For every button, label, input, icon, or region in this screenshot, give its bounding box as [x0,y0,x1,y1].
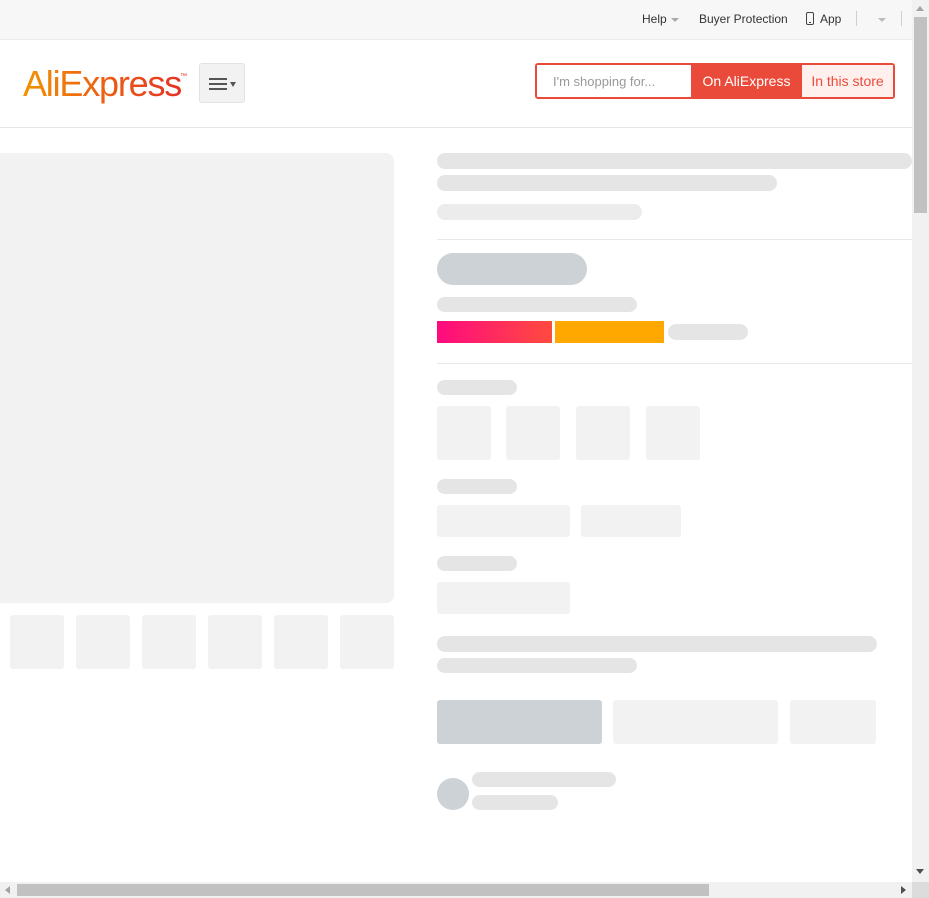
thumbnail-placeholder [76,615,130,669]
scrollbar-corner [912,882,929,898]
vertical-scroll-thumb[interactable] [914,17,927,213]
thumbnail-placeholder [142,615,196,669]
quantity-placeholder [437,582,570,614]
promo-text-placeholder [668,324,748,340]
size-option-placeholder [581,505,681,537]
caret-down-icon [230,82,236,87]
search-bar: On AliExpress In this store [535,63,895,99]
app-label: App [820,12,842,26]
divider [437,363,912,364]
top-utility-bar: Help Buyer Protection App [0,0,912,40]
logo-ali-text: Ali [23,63,59,104]
store-avatar-placeholder [437,778,469,810]
horizontal-scroll-thumb[interactable] [17,884,709,896]
search-on-aliexpress-button[interactable]: On AliExpress [691,65,802,97]
color-option-placeholder [646,406,700,460]
discount-line-placeholder [437,297,637,312]
hamburger-icon [209,78,227,90]
scroll-up-arrow-icon[interactable] [916,6,924,11]
promo-banner-pink [437,321,552,343]
divider [856,11,857,26]
horizontal-scrollbar[interactable] [0,882,912,898]
thumbnail-placeholder [340,615,394,669]
search-input[interactable] [537,65,691,97]
chevron-down-icon [670,17,679,22]
divider [437,239,912,240]
color-option-placeholder [576,406,630,460]
help-menu[interactable]: Help [642,12,679,26]
title-line-placeholder [437,175,777,191]
language-dropdown-chevron-icon[interactable] [878,18,886,22]
help-label: Help [642,12,667,26]
svg-text:AliExpress: AliExpress [23,63,181,104]
title-line-placeholder [437,153,912,169]
product-image-placeholder [0,153,394,603]
option-label-placeholder [437,380,517,395]
app-link[interactable]: App [806,12,841,26]
thumbnail-placeholder [10,615,64,669]
shipping-line-placeholder [437,636,877,652]
rating-placeholder [437,204,642,220]
shipping-line-placeholder [437,658,637,673]
add-to-cart-button-placeholder [613,700,778,744]
buy-now-button-placeholder [437,700,602,744]
trademark-symbol: ™ [180,73,187,80]
vertical-scrollbar[interactable] [912,0,929,882]
site-header: AliExpress ™ On AliExpress In this store [0,40,912,128]
option-label-placeholder [437,556,517,571]
wishlist-button-placeholder [790,700,876,744]
scroll-down-arrow-icon[interactable] [916,869,924,874]
store-info-placeholder [472,795,558,810]
buyer-protection-link[interactable]: Buyer Protection [699,12,788,26]
price-placeholder [437,253,587,285]
size-option-placeholder [437,505,570,537]
thumbnail-placeholder [208,615,262,669]
scroll-right-arrow-icon[interactable] [901,886,906,894]
logo-express-text: Express [59,63,181,104]
categories-menu-button[interactable] [199,63,245,103]
option-label-placeholder [437,479,517,494]
aliexpress-logo[interactable]: AliExpress ™ [23,63,193,107]
promo-banner-orange [555,321,664,343]
color-option-placeholder [506,406,560,460]
thumbnail-placeholder [274,615,328,669]
phone-icon [806,12,814,25]
color-option-placeholder [437,406,491,460]
store-name-placeholder [472,772,616,787]
scroll-left-arrow-icon[interactable] [5,886,10,894]
search-in-store-button[interactable]: In this store [802,65,893,97]
divider [901,11,902,26]
